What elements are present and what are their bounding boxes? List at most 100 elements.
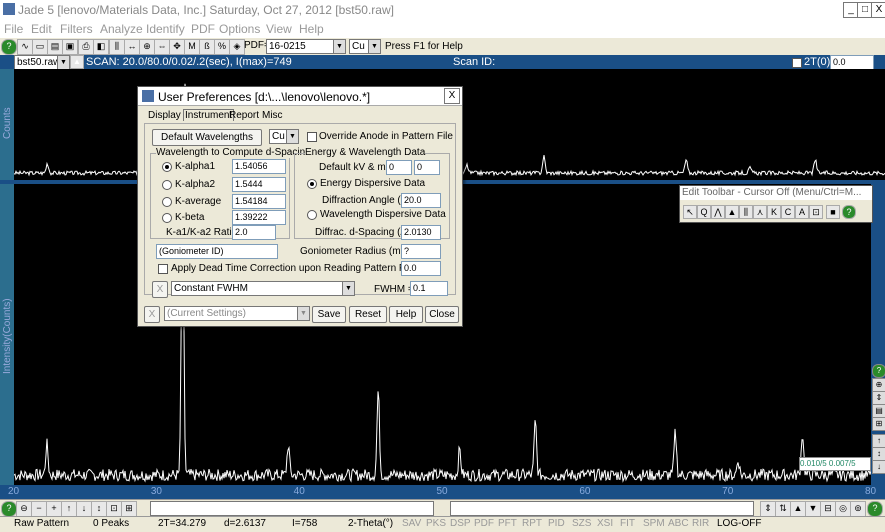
tool-icon-p[interactable]: ⊚ bbox=[850, 501, 866, 517]
goniometer-radius-field[interactable]: ? bbox=[401, 244, 441, 259]
menu-options[interactable]: Options bbox=[219, 22, 260, 36]
save-button[interactable]: Save bbox=[312, 306, 346, 323]
anode-select[interactable]: Cu ▼ bbox=[349, 39, 381, 54]
scale-icon[interactable]: ß bbox=[199, 39, 215, 55]
menu-edit[interactable]: Edit bbox=[31, 22, 52, 36]
settings-x-button[interactable]: X bbox=[144, 306, 160, 323]
two-theta-checkbox[interactable] bbox=[792, 58, 802, 68]
zoom-x-icon[interactable]: ⇔ bbox=[154, 39, 170, 55]
tool-icon-j[interactable]: ⇕ bbox=[760, 501, 776, 517]
flag-pft[interactable]: PFT bbox=[498, 518, 517, 529]
edit-toolbar-title-bar[interactable]: Edit Toolbar - Cursor Off (Menu/Ctrl=M..… bbox=[680, 186, 872, 200]
tool-icon-t[interactable]: A bbox=[795, 205, 809, 219]
tab-display[interactable]: Display bbox=[148, 110, 181, 121]
flag-sav[interactable]: SAV bbox=[402, 518, 421, 529]
dialog-title-bar[interactable]: User Preferences [d:\...\lenovo\lenovo.*… bbox=[138, 87, 462, 106]
goniometer-id-field[interactable]: (Goniometer ID) bbox=[156, 244, 278, 259]
radio-k-alpha2[interactable] bbox=[162, 180, 172, 190]
dialog-anode-select[interactable]: Cu ▼ bbox=[269, 129, 299, 144]
tool-icon-3[interactable]: ◧ bbox=[93, 39, 109, 55]
help-icon[interactable]: ? bbox=[842, 205, 856, 219]
override-anode-checkbox[interactable] bbox=[307, 132, 317, 142]
tool-icon-o[interactable]: ◎ bbox=[835, 501, 851, 517]
tab-instrument[interactable]: Instrument bbox=[183, 109, 235, 121]
radio-k-alpha1[interactable] bbox=[162, 162, 172, 172]
ratio-field[interactable]: 2.0 bbox=[232, 225, 276, 240]
close-button[interactable]: X bbox=[871, 2, 885, 18]
flag-abc[interactable]: ABC bbox=[668, 518, 689, 529]
tool-icon-k[interactable]: ⇅ bbox=[775, 501, 791, 517]
bars-icon[interactable]: ⫼ bbox=[739, 205, 753, 219]
menu-pdf[interactable]: PDF bbox=[191, 22, 215, 36]
radio-wavelength-dispersive[interactable] bbox=[307, 210, 317, 220]
dead-time-field[interactable]: 0.0 bbox=[401, 261, 441, 276]
move-icon[interactable]: ⊕ bbox=[139, 39, 155, 55]
flag-rir[interactable]: RIR bbox=[692, 518, 709, 529]
bars-icon[interactable]: ⫼ bbox=[109, 39, 125, 55]
plus-icon[interactable]: + bbox=[46, 501, 62, 517]
settings-select[interactable]: (Current Settings) ▼ bbox=[164, 306, 310, 321]
tab-misc[interactable]: Misc bbox=[262, 110, 283, 121]
dead-time-checkbox[interactable] bbox=[158, 264, 168, 274]
down-icon[interactable]: ↓ bbox=[76, 501, 92, 517]
cursor-icon[interactable]: ↖ bbox=[683, 205, 697, 219]
mode-icon[interactable]: M bbox=[184, 39, 200, 55]
fwhm-x-button[interactable]: X bbox=[152, 281, 168, 298]
range-icon[interactable]: ↕ bbox=[91, 501, 107, 517]
k-alpha1-field[interactable]: 1.54056 bbox=[232, 159, 286, 174]
menu-view[interactable]: View bbox=[266, 22, 292, 36]
radio-energy-dispersive[interactable] bbox=[307, 179, 317, 189]
menu-file[interactable]: File bbox=[4, 22, 23, 36]
tool-icon-l[interactable]: ▲ bbox=[790, 501, 806, 517]
ma-field[interactable]: 0 bbox=[414, 160, 440, 175]
up-icon[interactable]: ↑ bbox=[61, 501, 77, 517]
peak-icon[interactable]: ⋀ bbox=[711, 205, 725, 219]
d-spacing-field[interactable]: 2.0130 bbox=[401, 225, 441, 240]
help-icon[interactable]: ? bbox=[872, 364, 885, 378]
fwhm-field[interactable]: 0.1 bbox=[410, 281, 448, 296]
arrows-icon[interactable]: ↔ bbox=[124, 39, 140, 55]
close-dialog-button[interactable]: Close bbox=[425, 306, 459, 323]
open-icon[interactable]: ▤ bbox=[47, 39, 63, 55]
dialog-close-button[interactable]: X bbox=[444, 88, 460, 104]
menu-identify[interactable]: Identify bbox=[146, 22, 185, 36]
k-beta-field[interactable]: 1.39222 bbox=[232, 210, 286, 225]
tool-icon-a[interactable]: ⊕ bbox=[872, 378, 885, 392]
bottom-input-2[interactable] bbox=[450, 501, 754, 516]
print-icon[interactable]: ⎙ bbox=[78, 39, 94, 55]
help-icon[interactable]: ? bbox=[1, 39, 17, 55]
kv-field[interactable]: 0 bbox=[386, 160, 412, 175]
minus-icon[interactable]: − bbox=[31, 501, 47, 517]
tool-icon-e[interactable]: ↑ bbox=[872, 434, 885, 448]
k-alpha2-field[interactable]: 1.5444 bbox=[232, 177, 286, 192]
flag-rpt[interactable]: RPT bbox=[522, 518, 542, 529]
tool-icon-m[interactable]: ▼ bbox=[805, 501, 821, 517]
menu-analyze[interactable]: Analyze bbox=[100, 22, 143, 36]
tool-icon-s[interactable]: C bbox=[781, 205, 795, 219]
tool-icon-h[interactable]: ⊡ bbox=[106, 501, 122, 517]
tool-icon-2[interactable]: ▭ bbox=[32, 39, 48, 55]
k-average-field[interactable]: 1.54184 bbox=[232, 194, 286, 209]
fwhm-mode-select[interactable]: Constant FWHM ▼ bbox=[171, 281, 355, 296]
tool-icon-q[interactable]: ⋏ bbox=[753, 205, 767, 219]
tool-icon-u[interactable]: ⊡ bbox=[809, 205, 823, 219]
default-wavelengths-button[interactable]: Default Wavelengths bbox=[152, 129, 262, 146]
file-select[interactable]: bst50.raw ▼ bbox=[14, 55, 70, 70]
pdf-icon[interactable]: ◈ bbox=[229, 39, 245, 55]
tool-icon-i[interactable]: ⊞ bbox=[121, 501, 137, 517]
help-icon[interactable]: ? bbox=[1, 501, 17, 517]
flag-pdf[interactable]: PDF bbox=[474, 518, 494, 529]
radio-k-average[interactable] bbox=[162, 197, 172, 207]
tool-icon-f[interactable]: ↕ bbox=[872, 447, 885, 461]
scroll-up-icon[interactable]: ▲ bbox=[70, 55, 84, 69]
peaks-icon[interactable]: ▲ bbox=[725, 205, 739, 219]
save-icon[interactable]: ▣ bbox=[62, 39, 78, 55]
tool-icon-v[interactable]: ■ bbox=[826, 205, 840, 219]
pdf-select[interactable]: 16-0215 ▼ bbox=[266, 39, 346, 54]
flag-pid[interactable]: PID bbox=[548, 518, 565, 529]
flag-dsp[interactable]: DSP bbox=[450, 518, 471, 529]
help-icon[interactable]: ? bbox=[867, 501, 883, 517]
diffraction-angle-field[interactable]: 20.0 bbox=[401, 193, 441, 208]
zoom-icon[interactable]: Q bbox=[697, 205, 711, 219]
tool-icon-r[interactable]: K bbox=[767, 205, 781, 219]
